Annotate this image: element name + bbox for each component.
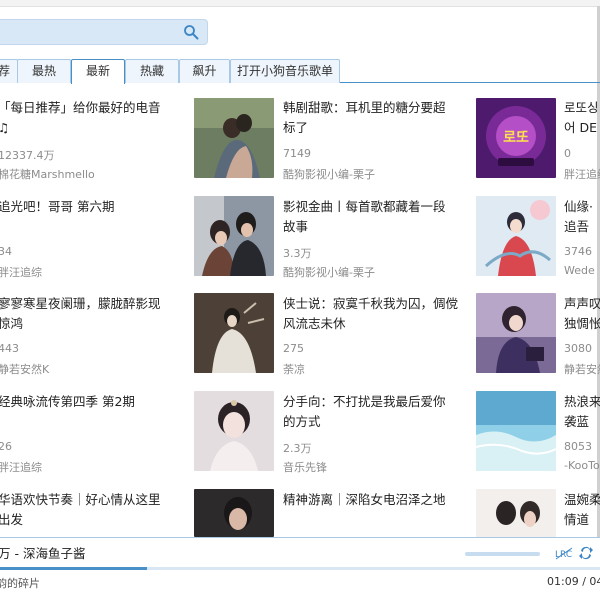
playlist-cover[interactable] [476, 489, 556, 537]
playlist-cover[interactable] [194, 196, 274, 276]
tab-open-playlist[interactable]: 打开小狗音乐歌单 [230, 59, 340, 83]
tab-hottest[interactable]: 最热 [17, 59, 71, 83]
volume-slider[interactable] [465, 552, 540, 556]
play-count: 7149 [283, 147, 311, 160]
playlist-title[interactable]: 声声叹独惆怅 [564, 294, 600, 334]
window-top-frame [0, 0, 600, 7]
lyric-line: 韵的碎片 [0, 577, 40, 590]
playlist-title[interactable]: 「每日推荐」给你最好的电音♫ [0, 98, 168, 138]
play-count: 443 [0, 342, 19, 355]
play-count: 3080 [564, 342, 592, 355]
play-count: 2.3万 [283, 442, 312, 455]
svg-text:로또: 로또 [503, 130, 529, 146]
playlist-title[interactable]: 热浪来袭蓝 [564, 392, 600, 432]
playlist-author[interactable]: 静若安然 [564, 361, 600, 377]
playlist-title[interactable]: 影视金曲丨每首歌都藏着一段故事 [283, 197, 453, 237]
playlist-author[interactable]: 胖汪追综 [0, 264, 168, 280]
playlist-cover[interactable] [476, 196, 556, 276]
playlist-author[interactable]: Wede [564, 264, 600, 277]
playlist-title[interactable]: 精神游离｜深陷女电沼泽之地 [283, 490, 453, 530]
play-count: 34 [0, 245, 12, 258]
tab-newest[interactable]: 最新 [71, 59, 125, 84]
playlist-title[interactable]: 侠士说：寂寞千秋我为囚，倜傥风流志未休 [283, 294, 458, 334]
playlist-author[interactable]: -KooTo [564, 459, 600, 472]
playlist-author[interactable]: 酷狗影视小编-栗子 [283, 166, 453, 182]
playlist-author[interactable]: 棉花糖Marshmello [0, 166, 168, 182]
playlist-author[interactable]: 音乐先锋 [283, 459, 453, 475]
playlist-cover[interactable] [194, 98, 274, 178]
playlist-title[interactable]: 韩剧甜歌：耳机里的糖分要超标了 [283, 98, 453, 138]
playlist-cover[interactable] [194, 293, 274, 373]
playlist-cover[interactable] [476, 293, 556, 373]
playlist-author[interactable]: 酷狗影视小编-栗子 [283, 264, 453, 280]
search-box[interactable] [0, 19, 208, 45]
playlist-author[interactable]: 胖汪追综 [564, 166, 600, 182]
progress-fill [0, 567, 147, 570]
search-input[interactable] [0, 20, 185, 44]
playlist-title[interactable]: 로또싱어 DE 15 [564, 98, 600, 138]
play-count: 12337.4万 [0, 149, 55, 162]
playlist-cover[interactable]: 로또 [476, 98, 556, 178]
playlist-cover[interactable] [194, 489, 274, 537]
lyrics-icon[interactable]: LRC [554, 545, 574, 561]
playlist-title[interactable]: 温婉柔情道篇』 [564, 490, 600, 530]
tab-recommend[interactable]: 荐 [0, 59, 18, 83]
playlist-title[interactable]: 经典咏流传第四季 第2期 [0, 392, 168, 432]
playlist-title[interactable]: 仙缘·追吾 [564, 197, 600, 237]
play-count: 3746 [564, 245, 592, 258]
play-count: 8053 [564, 440, 592, 453]
play-count: 26 [0, 440, 12, 453]
tab-hot-collect[interactable]: 热藏 [125, 59, 179, 83]
playlist-title[interactable]: 寥寥寒星夜阑珊，朦胧醉影现惊鸿 [0, 294, 168, 334]
play-count: 3.3万 [283, 247, 312, 260]
playlist-title[interactable]: 分手向：不打扰是我最后爱你的方式 [283, 392, 453, 432]
time-readout: 01:09 / 04 [547, 575, 600, 588]
playlist-author[interactable]: 胖汪追综 [0, 459, 168, 475]
loop-icon[interactable] [578, 545, 594, 561]
playlist-cover[interactable] [476, 391, 556, 471]
playlist-author[interactable]: 荼凉 [283, 361, 453, 377]
play-count: 275 [283, 342, 304, 355]
playlist-cover[interactable] [194, 391, 274, 471]
play-count: 0 [564, 147, 571, 160]
tab-rising[interactable]: 飙升 [179, 59, 230, 83]
playlist-title[interactable]: 追光吧！哥哥 第六期 [0, 197, 168, 237]
playlist-author[interactable]: 静若安然K [0, 361, 168, 377]
search-icon[interactable] [183, 24, 199, 40]
playlist-title[interactable]: 华语欢快节奏｜好心情从这里出发 [0, 490, 168, 530]
now-playing-title[interactable]: 万 - 深海鱼子酱 [0, 543, 85, 562]
